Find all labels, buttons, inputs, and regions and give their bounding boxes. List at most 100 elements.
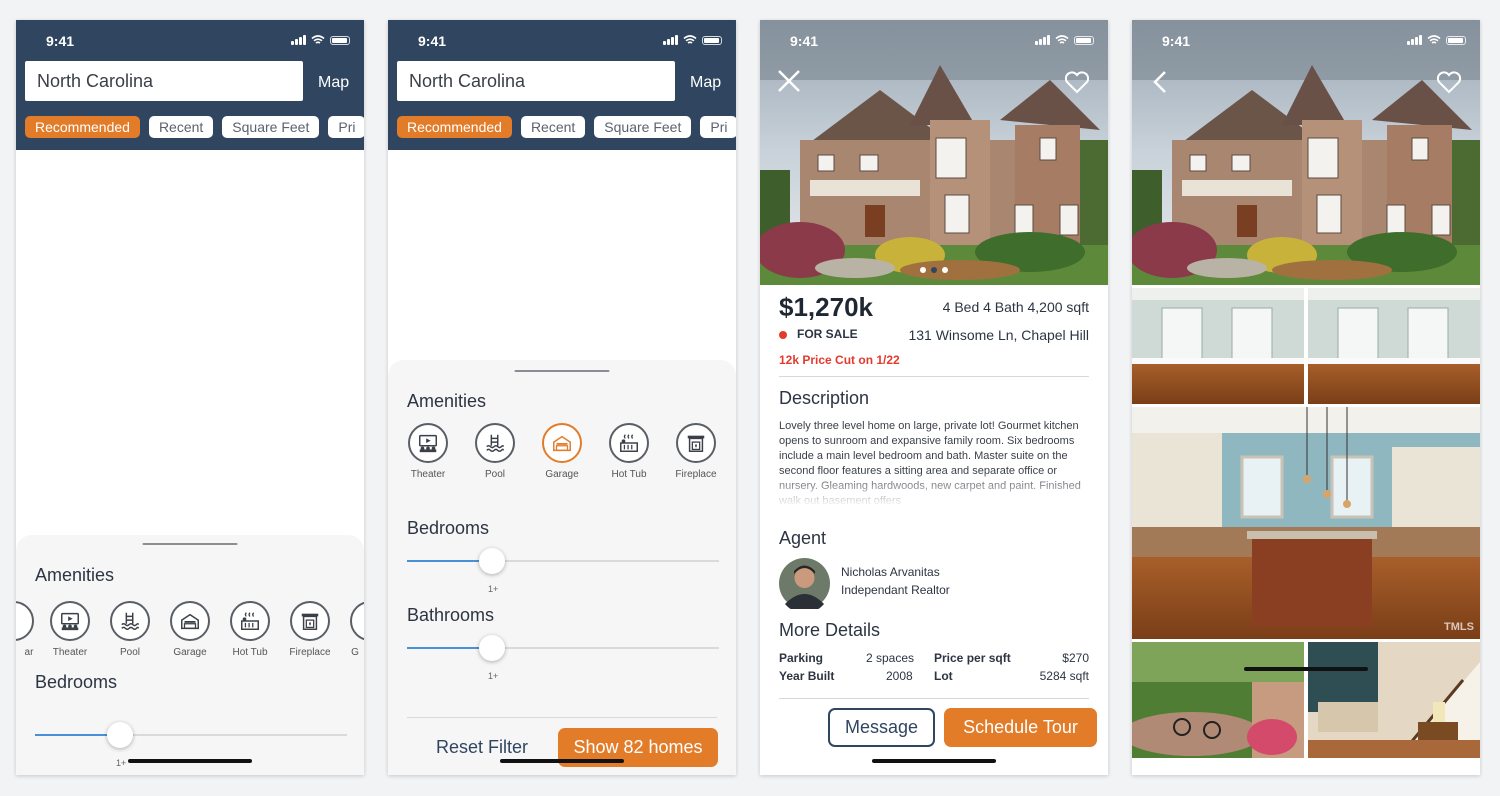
bathrooms-slider[interactable]: [407, 635, 719, 661]
wifi-icon: [1427, 35, 1441, 44]
home-indicator: [872, 759, 996, 763]
bedrooms-slider-knob[interactable]: [479, 548, 505, 574]
bathrooms-slider-knob[interactable]: [479, 635, 505, 661]
patio-photo: [1132, 642, 1304, 758]
map-link[interactable]: Map: [690, 74, 721, 92]
kitchen-photo: [1132, 407, 1480, 639]
status-bar: 9:41: [760, 20, 1108, 60]
footer-divider: [407, 717, 717, 718]
amenity-fireplace-label: Fireplace: [675, 469, 717, 480]
garage-icon: [179, 610, 201, 632]
agent-name: Nicholas Arvanitas: [841, 565, 940, 579]
signal-icon: [663, 35, 678, 45]
amenities-title: Amenities: [407, 391, 487, 411]
sheet-grabber[interactable]: [142, 543, 238, 545]
amenity-garage[interactable]: Garage: [160, 601, 220, 658]
bathrooms-title: Bathrooms: [407, 605, 495, 625]
close-icon[interactable]: [776, 68, 802, 94]
sort-chips: Recommended Recent Square Feet Pri: [25, 116, 364, 138]
lot-value: 5284 sqft: [1039, 669, 1089, 683]
amenity-theater[interactable]: Theater: [398, 423, 458, 480]
amenity-theater[interactable]: Theater: [40, 601, 100, 658]
bedrooms-value: 1+: [488, 584, 499, 594]
schedule-tour-button[interactable]: Schedule Tour: [944, 708, 1097, 747]
amenity-theater-label: Theater: [52, 647, 88, 658]
amenity-pool[interactable]: Pool: [100, 601, 160, 658]
search-input[interactable]: North Carolina: [25, 61, 303, 101]
agent-role: Independant Realtor: [841, 583, 950, 597]
parking-label: Parking: [779, 651, 824, 665]
filter-sheet: Amenities Theater Pool Garage Hot Tub Fi…: [388, 360, 736, 775]
chip-square-feet[interactable]: Square Feet: [222, 116, 320, 138]
garage-icon: [551, 432, 573, 454]
chip-price[interactable]: Pri: [328, 116, 364, 138]
living-room-photo: [1132, 288, 1304, 404]
amenity-hot-tub[interactable]: Hot Tub: [599, 423, 659, 480]
staircase-photo: [1308, 642, 1480, 758]
gallery-photo-dining-room[interactable]: [1308, 288, 1480, 404]
reset-filter-button[interactable]: Reset Filter: [436, 737, 528, 758]
agent-title: Agent: [779, 528, 827, 548]
amenity-partial-right[interactable]: G: [340, 601, 364, 658]
carousel-dots: [920, 267, 948, 273]
price-per-sqft-label: Price per sqft: [934, 651, 1011, 665]
back-chevron-icon[interactable]: [1152, 70, 1168, 94]
message-button[interactable]: Message: [828, 708, 935, 747]
home-indicator: [1244, 667, 1368, 671]
amenity-pool[interactable]: Pool: [465, 423, 525, 480]
bedrooms-slider-knob[interactable]: [107, 722, 133, 748]
wifi-icon: [683, 35, 697, 44]
theater-icon: [59, 610, 81, 632]
amenity-partial-right-icon: [350, 601, 364, 641]
divider: [779, 376, 1089, 377]
carousel-dot[interactable]: [942, 267, 948, 273]
amenity-fireplace[interactable]: Fireplace: [666, 423, 726, 480]
battery-icon: [1074, 35, 1094, 45]
description-title: Description: [779, 388, 870, 408]
chip-recommended[interactable]: Recommended: [397, 116, 512, 138]
chip-recent[interactable]: Recent: [520, 116, 586, 138]
chip-square-feet[interactable]: Square Feet: [594, 116, 692, 138]
gallery-photo-staircase[interactable]: [1308, 642, 1480, 758]
amenities-title: Amenities: [35, 565, 115, 585]
signal-icon: [291, 35, 306, 45]
battery-icon: [1446, 35, 1466, 45]
gallery-photo-kitchen[interactable]: TMLS: [1132, 407, 1480, 639]
battery-icon: [330, 35, 350, 45]
year-built-label: Year Built: [779, 669, 835, 683]
chip-recent[interactable]: Recent: [148, 116, 214, 138]
search-input[interactable]: North Carolina: [397, 61, 675, 101]
heart-icon[interactable]: [1064, 70, 1090, 94]
status-time: 9:41: [1162, 33, 1191, 49]
amenity-garage-selected[interactable]: Garage: [532, 423, 592, 480]
gallery-photo-living-room[interactable]: [1132, 288, 1304, 404]
heart-icon[interactable]: [1436, 70, 1462, 94]
amenity-hot-tub-label: Hot Tub: [611, 469, 647, 480]
chip-price[interactable]: Pri: [700, 116, 736, 138]
bedrooms-slider[interactable]: [35, 722, 347, 748]
amenity-pool-label: Pool: [484, 469, 505, 480]
listing-specs: 4 Bed 4 Bath 4,200 sqft: [942, 299, 1089, 315]
status-time: 9:41: [790, 33, 819, 49]
bedrooms-slider[interactable]: [407, 548, 719, 574]
agent-avatar[interactable]: [779, 558, 830, 609]
carousel-dot[interactable]: [920, 267, 926, 273]
pool-icon: [484, 432, 506, 454]
carousel-dot-active[interactable]: [931, 267, 937, 273]
amenity-partial-left-icon: [16, 601, 34, 641]
amenity-partial-left-label: ar: [24, 647, 34, 658]
wifi-icon: [1055, 35, 1069, 44]
amenity-fireplace[interactable]: Fireplace: [280, 601, 340, 658]
sort-chips: Recommended Recent Square Feet Pri: [397, 116, 736, 138]
hot-tub-icon: [618, 432, 640, 454]
sheet-grabber[interactable]: [514, 370, 610, 372]
bedrooms-title: Bedrooms: [407, 518, 490, 538]
listing-price: $1,270k: [779, 292, 873, 322]
amenity-hot-tub[interactable]: Hot Tub: [220, 601, 280, 658]
listing-address: 131 Winsome Ln, Chapel Hill: [908, 327, 1089, 343]
chip-recommended[interactable]: Recommended: [25, 116, 140, 138]
fireplace-icon: [685, 432, 707, 454]
filter-sheet: Amenities ar Theater Pool Garage Hot Tub…: [16, 535, 364, 775]
gallery-photo-patio[interactable]: [1132, 642, 1304, 758]
map-link[interactable]: Map: [318, 74, 349, 92]
